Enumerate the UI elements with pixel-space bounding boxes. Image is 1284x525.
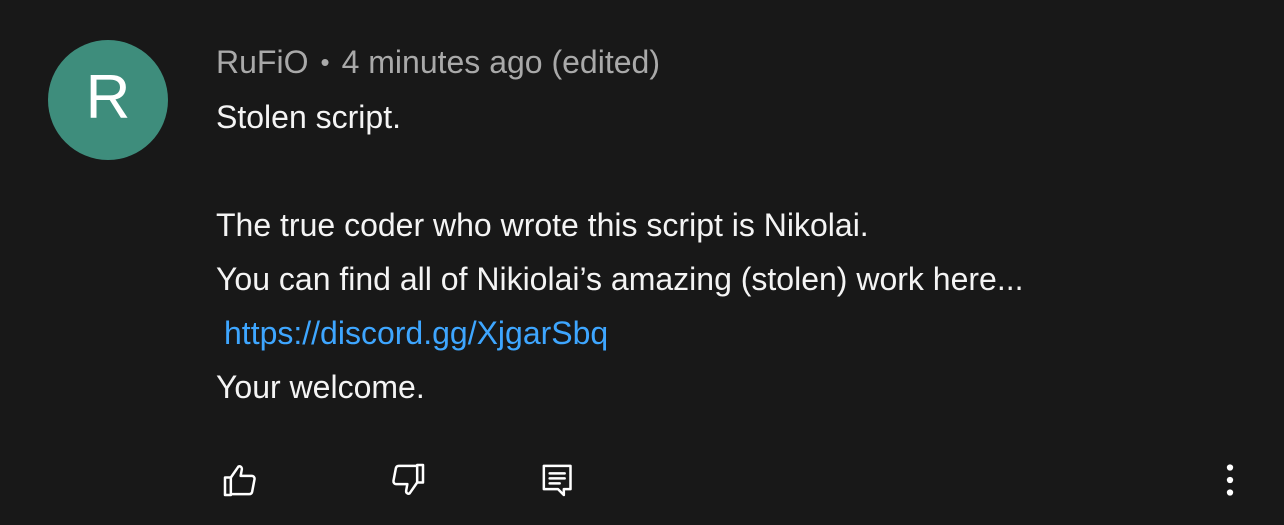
comment-line-blank [216,144,1256,198]
like-button[interactable] [216,456,264,504]
discord-link[interactable]: https://discord.gg/XjgarSbq [216,315,608,351]
dislike-button[interactable] [384,456,432,504]
comment-line: Stolen script. [216,99,401,135]
thumbs-down-icon [392,463,425,495]
separator-dot: • [320,46,330,77]
comment-line: You can find all of Nikiolai’s amazing (… [216,261,1024,297]
reply-button[interactable] [534,456,582,504]
comment-line: The true coder who wrote this script is … [216,207,869,243]
thumbs-up-icon [223,465,256,497]
avatar-letter: R [85,63,131,132]
more-vertical-icon [1226,464,1234,496]
comment-line: Your welcome. [216,369,425,405]
reply-comment-icon [542,464,572,497]
comment-timestamp: 4 minutes ago (edited) [341,43,660,80]
avatar[interactable]: R [48,40,168,160]
author-name[interactable]: RuFiO [216,44,308,81]
comment-header: RuFiO • 4 minutes ago (edited) [216,40,660,84]
comment-text: Stolen script. The true coder who wrote … [216,90,1256,414]
more-options-button[interactable] [1206,456,1254,504]
